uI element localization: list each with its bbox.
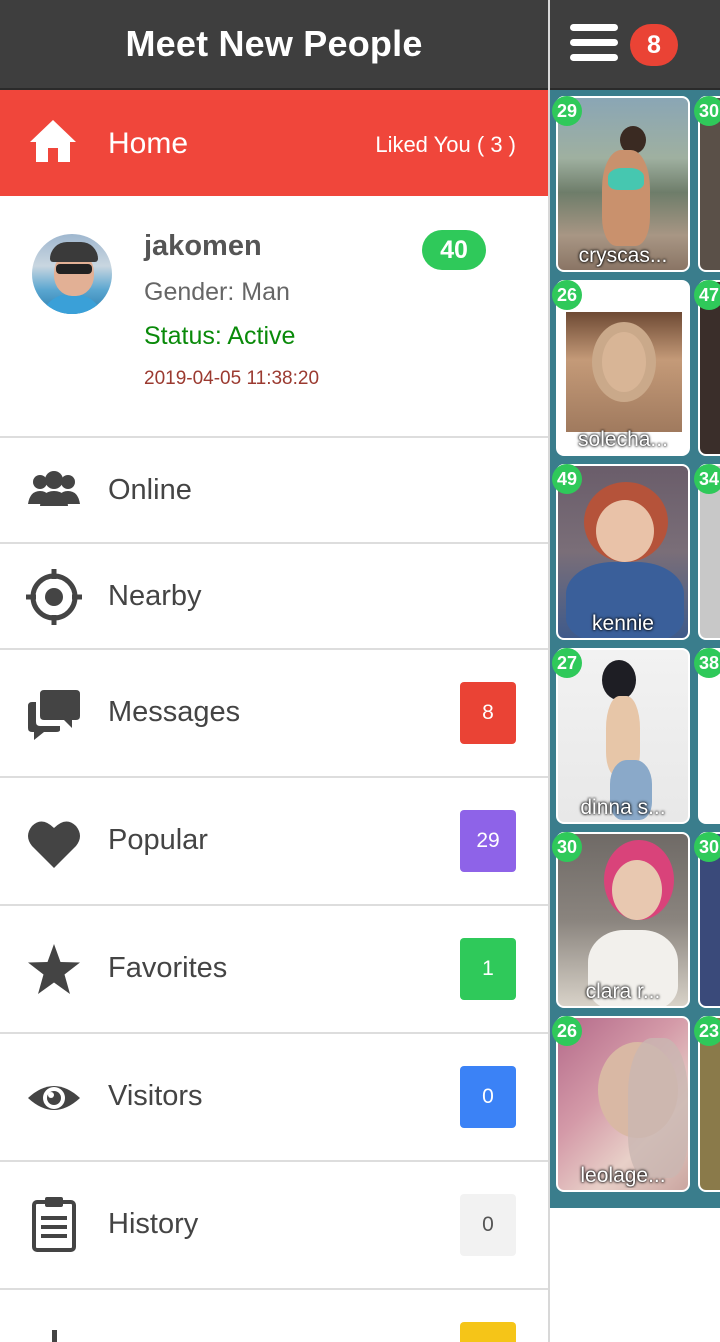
menu-item-online[interactable]: Online [0, 438, 548, 544]
star-icon [28, 944, 80, 994]
visitors-count-badge: 0 [460, 1066, 516, 1128]
eye-icon [28, 1086, 80, 1110]
menu-label-messages: Messages [108, 696, 241, 728]
menu-item-favorites[interactable]: Favorites 1 [0, 906, 548, 1034]
app-title: Meet New People [125, 23, 423, 64]
age-badge: 47 [694, 280, 720, 310]
home-menu-item[interactable]: Home Liked You ( 3 ) [0, 90, 548, 196]
age-badge: 30 [694, 96, 720, 126]
card-name: clara r... [585, 980, 661, 1003]
partial-badge [460, 1322, 516, 1342]
hamburger-icon[interactable] [570, 24, 620, 66]
card-name: solecha... [578, 428, 668, 451]
crosshair-icon [26, 569, 82, 625]
menu-label-history: History [108, 1208, 199, 1240]
username: jakomen [144, 230, 262, 262]
age-badge: 23 [694, 1016, 720, 1046]
grid-empty-area [550, 1208, 720, 1342]
card-name: leolage... [580, 1164, 666, 1187]
notification-badge[interactable]: 8 [630, 24, 678, 66]
chat-bubbles-icon [28, 690, 80, 740]
menu-item-popular[interactable]: Popular 29 [0, 778, 548, 906]
age-badge: 30 [552, 832, 582, 862]
credits-badge: 40 [422, 230, 486, 270]
heart-icon [28, 821, 80, 868]
age-badge: 26 [552, 280, 582, 310]
menu-label-online: Online [108, 474, 192, 506]
avatar[interactable] [32, 234, 112, 314]
navigation-drawer: Meet New People Home Liked You ( 3 ) jak… [0, 0, 550, 1342]
app-root: Meet New People Home Liked You ( 3 ) jak… [0, 0, 720, 1342]
messages-count-badge: 8 [460, 682, 516, 744]
home-icon [30, 120, 76, 162]
favorites-count-badge: 1 [460, 938, 516, 1000]
liked-you-link[interactable]: Liked You ( 3 ) [375, 132, 516, 158]
age-badge: 34 [694, 464, 720, 494]
drawer-header: Meet New People [0, 0, 548, 90]
age-badge: 30 [694, 832, 720, 862]
age-badge: 49 [552, 464, 582, 494]
menu-label-nearby: Nearby [108, 580, 202, 612]
music-icon [52, 1330, 57, 1342]
age-badge: 29 [552, 96, 582, 126]
age-badge: 38 [694, 648, 720, 678]
gender-text: Gender: Man [144, 278, 290, 306]
home-label: Home [108, 127, 189, 160]
profile-card[interactable]: jakomen 40 Gender: Man Status: Active 20… [0, 196, 548, 438]
menu-label-popular: Popular [108, 824, 208, 856]
menu-item-partial[interactable] [0, 1290, 548, 1342]
card-name: dinna s... [580, 796, 666, 819]
last-active-timestamp: 2019-04-05 11:38:20 [144, 368, 320, 389]
users-icon [28, 471, 80, 506]
menu-item-messages[interactable]: Messages 8 [0, 650, 548, 778]
menu-item-visitors[interactable]: Visitors 0 [0, 1034, 548, 1162]
age-badge: 26 [552, 1016, 582, 1046]
age-badge: 27 [552, 648, 582, 678]
card-name: kennie [592, 612, 654, 635]
menu-label-favorites: Favorites [108, 952, 228, 984]
status-text: Status: Active [144, 322, 296, 350]
menu-item-nearby[interactable]: Nearby [0, 544, 548, 650]
menu-item-history[interactable]: History 0 [0, 1162, 548, 1290]
history-count-badge: 0 [460, 1194, 516, 1256]
people-grid: cryscas... 29 30 solecha... 26 47 kennie… [550, 90, 720, 1208]
menu-label-visitors: Visitors [108, 1080, 203, 1112]
card-name: cryscas... [578, 244, 668, 267]
popular-count-badge: 29 [460, 810, 516, 872]
clipboard-icon [32, 1197, 76, 1252]
